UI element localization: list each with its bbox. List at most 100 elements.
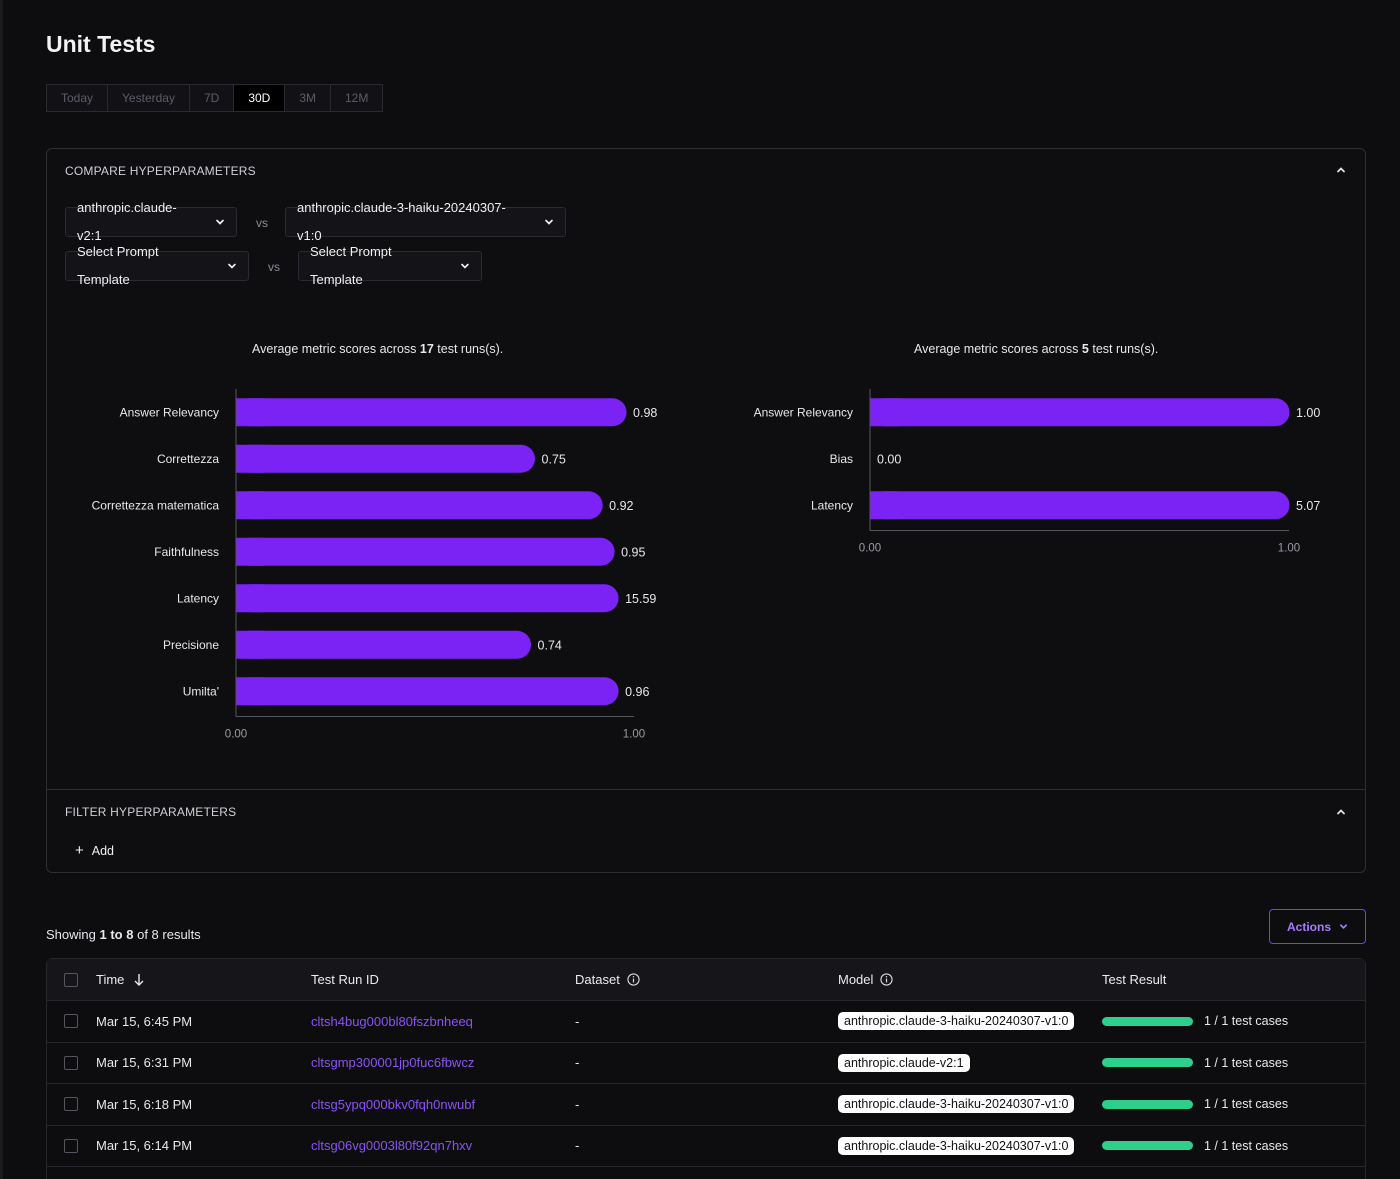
column-header-time-label: Time [96,972,125,987]
row-result-progress-bar [1102,1141,1193,1151]
bar-base [236,677,265,706]
row-checkbox[interactable] [64,1055,78,1070]
range-tab-12m[interactable]: 12M [331,85,383,111]
value-label: 0.95 [621,545,645,559]
row-checkbox[interactable] [64,1097,78,1112]
value-label: 0.96 [625,685,649,699]
bar-base [236,491,265,520]
column-header-time[interactable]: Time [96,959,145,1000]
value-label: 0.98 [633,406,657,420]
results-count-range: 1 to 8 [99,927,134,942]
add-filter-button[interactable]: + Add [75,843,114,858]
bar-base [870,398,899,427]
window-edge [0,0,3,1179]
value-label: 5.07 [1296,499,1320,513]
bar [236,630,532,659]
info-icon[interactable] [627,973,640,986]
row-test-run-id-link[interactable]: cltsg06vg0003l80f92qn7hxv [311,1126,472,1167]
value-label: 15.59 [625,592,656,606]
bar [236,677,619,706]
value-label: 0.74 [538,638,562,652]
value-label: 0.75 [542,452,566,466]
table-row-partial[interactable] [47,1167,1365,1179]
column-header-dataset-label: Dataset [575,972,620,987]
chart-left-title-prefix: Average metric scores across [252,342,417,356]
row-result-text: 1 / 1 test cases [1204,1014,1289,1029]
range-tab-3m[interactable]: 3M [285,85,331,111]
category-label: Answer Relevancy [120,405,219,419]
row-model-badge: anthropic.claude-3-haiku-20240307-v1:0 [838,1136,1075,1155]
bar-base [236,630,265,659]
chart-right: Answer Relevancy 1.00 Bias 0.00 Latency 5.07 0… [754,389,1320,555]
row-time: Mar 15, 6:31 PM [96,1055,193,1071]
table-row[interactable]: Mar 15, 6:45 PM cltsh4bug000bl80fszbnhee… [47,1001,1365,1043]
column-header-model: Model [838,959,894,1000]
bar-base [870,491,899,520]
chart-left-title: Average metric scores across 17 test run… [252,342,503,356]
vs-label: vs [256,216,268,230]
range-tab-30d[interactable]: 30D [234,85,286,111]
row-result-text: 1 / 1 test cases [1204,1055,1289,1070]
value-label: 0.00 [877,452,901,466]
chevron-down-icon [461,263,469,269]
bar-base [236,537,265,566]
model-select-right[interactable]: anthropic.claude-3-haiku-20240307-v1:0 [285,200,566,243]
value-label: 1.00 [1296,406,1320,420]
prompt-select-right[interactable]: Select Prompt Template [298,244,482,287]
chevron-down-icon [545,219,553,225]
range-tab-7d[interactable]: 7D [189,85,235,111]
row-dataset: - [575,1138,580,1154]
category-label: Umilta' [183,684,219,698]
table-row[interactable]: Mar 15, 6:14 PM cltsg06vg0003l80f92qn7hx… [47,1126,1365,1167]
row-test-run-id-link[interactable]: cltsh4bug000bl80fszbnheeq [311,1001,473,1042]
chart-left-title-suffix: test runs(s). [437,342,504,356]
prompt-select-left-value: Select Prompt Template [77,244,159,287]
info-icon[interactable] [880,973,894,986]
model-select-left[interactable]: anthropic.claude-v2:1 [65,200,237,243]
row-result-progress-bar [1102,1099,1193,1109]
row-time: Mar 15, 6:14 PM [96,1138,193,1154]
bar [236,537,615,566]
row-result-progress-bar [1102,1016,1193,1026]
x-tick-label: 1.00 [1278,543,1300,555]
column-header-test-run-id-label: Test Run ID [311,972,379,987]
bar [870,398,1290,427]
range-tab-yesterday[interactable]: Yesterday [108,85,190,111]
chart-left-run-count: 17 [419,342,434,356]
row-result-text: 1 / 1 test cases [1204,1138,1289,1153]
row-checkbox[interactable] [64,1014,78,1029]
category-label: Precisione [163,638,219,652]
test-runs-table: Time Test Run ID Dataset Model Test Resu… [46,958,1366,1179]
row-dataset: - [575,1055,580,1071]
x-tick-label: 1.00 [623,729,645,741]
bar [236,398,627,427]
table-row[interactable]: Mar 15, 6:31 PM cltsgmp300001jp0fuc6fbwc… [47,1043,1365,1084]
prompt-select-right-value: Select Prompt Template [310,244,392,287]
category-label: Bias [830,452,853,466]
row-test-run-id-link[interactable]: cltsgmp300001jp0fuc6fbwcz [311,1043,474,1084]
row-result-text: 1 / 1 test cases [1204,1097,1289,1112]
row-dataset: - [575,1096,580,1112]
results-count: Showing 1 to 8 of 8 results [46,927,201,942]
hyperparameters-panel: COMPARE HYPERPARAMETERS anthropic.claude… [46,148,1366,873]
row-model-badge: anthropic.claude-3-haiku-20240307-v1:0 [838,1012,1075,1031]
row-model-badge: anthropic.claude-3-haiku-20240307-v1:0 [838,1095,1075,1114]
row-checkbox[interactable] [64,1138,78,1153]
chevron-up-icon[interactable] [1335,806,1347,818]
select-all-checkbox[interactable] [64,972,78,987]
row-test-run-id-link[interactable]: cltsg5ypq000bkv0fqh0nwubf [311,1084,475,1125]
actions-button[interactable]: Actions [1269,909,1366,944]
category-label: Correttezza matematica [92,498,220,512]
chevron-down-icon [1339,924,1348,929]
range-tab-today[interactable]: Today [47,85,109,111]
table-header-row: Time Test Run ID Dataset Model Test Resu… [47,959,1365,1001]
row-model-badge: anthropic.claude-v2:1 [838,1053,970,1072]
actions-label: Actions [1286,919,1331,934]
chevron-up-icon[interactable] [1335,164,1347,176]
column-header-test-result: Test Result [1102,959,1166,1000]
bar-base [236,398,265,427]
table-row[interactable]: Mar 15, 6:18 PM cltsg5ypq000bkv0fqh0nwub… [47,1084,1365,1126]
x-tick-label: 0.00 [859,543,881,555]
prompt-select-left[interactable]: Select Prompt Template [65,244,249,287]
row-time: Mar 15, 6:18 PM [96,1096,193,1112]
